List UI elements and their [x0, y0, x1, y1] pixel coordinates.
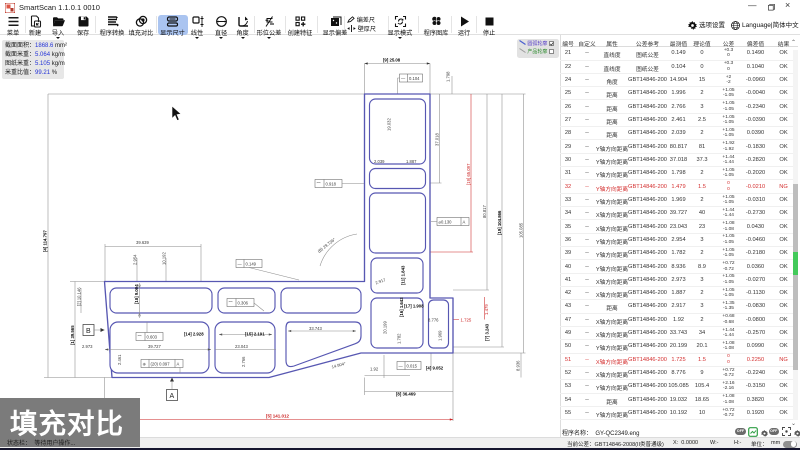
svg-text:[19] 104.866: [19] 104.866: [497, 210, 502, 235]
svg-text:2.039: 2.039: [374, 159, 385, 164]
svg-text:0.104: 0.104: [409, 76, 420, 81]
svg-text:[14] 2.928: [14] 2.928: [184, 332, 204, 337]
svg-text:33.743: 33.743: [309, 326, 322, 331]
svg-text:1.969: 1.969: [438, 330, 443, 341]
svg-text:[19] 65.097: [19] 65.097: [466, 163, 471, 185]
svg-text:105.085: 105.085: [519, 222, 524, 238]
svg-text:1.479: 1.479: [484, 304, 489, 315]
svg-text:[11] 1.843: [11] 1.843: [401, 265, 406, 285]
svg-text:[16] 1.643: [16] 1.643: [399, 297, 404, 317]
svg-text:0.603: 0.603: [147, 335, 158, 340]
svg-text:[8] 36.469: [8] 36.469: [396, 392, 416, 397]
svg-text:39.639: 39.639: [136, 240, 149, 245]
svg-text:A: A: [463, 220, 466, 225]
svg-text:1.782: 1.782: [397, 333, 402, 344]
svg-text:23.043: 23.043: [235, 344, 248, 349]
svg-text:[4] 9.052: [4] 9.052: [426, 366, 444, 371]
svg-text:20.199: 20.199: [383, 321, 388, 334]
svg-text:0.918: 0.918: [326, 182, 337, 187]
svg-text:[17] 1.908: [17] 1.908: [404, 304, 424, 309]
svg-text:A: A: [177, 362, 180, 367]
svg-text:0.306: 0.306: [238, 301, 249, 306]
svg-text:2.973: 2.973: [82, 344, 93, 349]
svg-text:2.461: 2.461: [117, 354, 122, 365]
svg-text:37.018: 37.018: [435, 133, 440, 146]
svg-text:8.936: 8.936: [516, 360, 521, 371]
svg-text:8.776: 8.776: [428, 318, 439, 323]
svg-text:1.92: 1.92: [370, 367, 379, 372]
svg-text:B: B: [86, 328, 91, 335]
svg-text:[4] 114.797: [4] 114.797: [43, 230, 48, 252]
svg-text:14.904°: 14.904°: [331, 361, 347, 370]
svg-text:1.798: 1.798: [446, 71, 451, 82]
svg-text:[5] 141.012: [5] 141.012: [266, 414, 290, 419]
svg-text:A: A: [170, 393, 175, 400]
svg-text:[7] 3.243: [7] 3.243: [485, 323, 490, 341]
svg-text:[15] 2.191: [15] 2.191: [245, 332, 265, 337]
svg-text:10.192: 10.192: [162, 252, 167, 265]
svg-text:2.766: 2.766: [241, 356, 246, 367]
svg-text:39.727: 39.727: [148, 344, 161, 349]
svg-text:19.032: 19.032: [387, 118, 392, 131]
svg-text:⊕: ⊕: [143, 362, 147, 367]
svg-text:[1] 39.565: [1] 39.565: [70, 325, 75, 345]
svg-text:0.149: 0.149: [246, 262, 257, 267]
svg-text:[9] 25.08: [9] 25.08: [383, 58, 401, 63]
svg-text:1.725: 1.725: [461, 318, 472, 323]
svg-text:1.887: 1.887: [406, 159, 417, 164]
svg-text:(20) 0.097: (20) 0.097: [151, 362, 171, 367]
svg-text:80.817: 80.817: [482, 205, 487, 218]
svg-text:[18] 9.004: [18] 9.004: [134, 284, 139, 304]
svg-text:2.954: 2.954: [133, 254, 138, 265]
svg-text:0.015: 0.015: [407, 364, 418, 369]
svg-text:⌀0.130: ⌀0.130: [439, 220, 453, 225]
svg-text:[2] 10.146: [2] 10.146: [77, 287, 82, 306]
